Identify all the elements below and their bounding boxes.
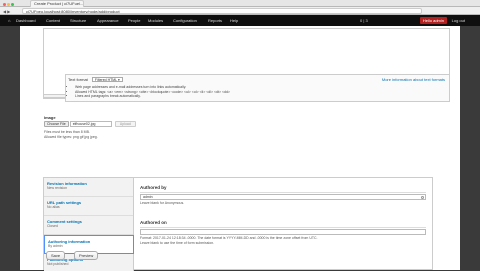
preview-button[interactable]: Preview — [74, 251, 99, 260]
image-upload-row: Choose File elfhouse02.jpg Upload — [44, 121, 136, 129]
toolbar-dashboard[interactable]: Dashboard — [16, 15, 36, 26]
format-tips: Web page addresses and e-mail addresses … — [71, 85, 230, 99]
autocomplete-icon — [421, 196, 424, 199]
authoring-pane: Authored by admin Leave blank for Anonym… — [134, 178, 432, 271]
address-bar: ◀ ▶ ci7UFpeo.localhost:8080/inventory/no… — [0, 7, 480, 15]
maximize-window-icon[interactable] — [11, 3, 14, 6]
toolbar-appearance[interactable]: Appearance — [97, 15, 119, 26]
vtab-summary: Closed — [47, 224, 58, 228]
file-size-help: Files must be less than 8 MB. — [44, 130, 90, 134]
admin-toolbar: ⌂ Dashboard Content Structure Appearance… — [0, 15, 480, 26]
toolbar-modules[interactable]: Modules — [148, 15, 163, 26]
authored-by-label: Authored by — [140, 185, 167, 190]
minimize-window-icon[interactable] — [7, 3, 10, 6]
browser-tab-bar: Create Product | ci7UFuel... — [0, 0, 480, 7]
authored-on-help: Format: 2017-01-24 12:18:34 -0000. The d… — [140, 236, 318, 245]
toolbar-configuration[interactable]: Configuration — [173, 15, 197, 26]
home-icon[interactable]: ⌂ — [8, 15, 10, 26]
file-name-field[interactable]: elfhouse02.jpg — [69, 121, 112, 127]
toolbar-people[interactable]: People — [128, 15, 140, 26]
format-tip: Lines and paragraphs break automatically… — [75, 94, 230, 99]
image-label: Image — [44, 115, 56, 120]
url-field[interactable]: ci7UFpeo.localhost:8080/inventory/node/a… — [22, 8, 422, 14]
chevron-down-icon: ▾ — [117, 78, 120, 83]
text-format-selected: Filtered HTML — [94, 78, 117, 83]
toolbar-help[interactable]: Help — [230, 15, 238, 26]
browser-tab[interactable]: Create Product | ci7UFuel... — [30, 0, 84, 7]
authored-on-format-help: Format: 2017-01-24 12:18:34 -0000. The d… — [140, 236, 318, 240]
more-formats-link[interactable]: More information about text formats — [382, 77, 445, 82]
user-account-link[interactable]: Hello admin — [419, 17, 447, 24]
vtab-summary: Not published — [47, 262, 69, 266]
logout-link[interactable]: Log out — [452, 15, 465, 26]
toolbar-content[interactable]: Content — [46, 15, 60, 26]
vtab-summary: New revision — [47, 186, 68, 190]
vtab-summary: By admin — [48, 244, 63, 248]
text-format-row: Text format Filtered HTML ▾ — [68, 77, 123, 83]
vertical-tabs: Revision information New revision URL pa… — [43, 177, 433, 271]
authored-on-input[interactable] — [140, 229, 426, 235]
toolbar-reports[interactable]: Reports — [208, 15, 222, 26]
authored-by-help: Leave blank for Anonymous. — [140, 201, 185, 205]
vtab-url-path-settings[interactable]: URL path settings No alias — [44, 197, 133, 216]
save-button[interactable]: Save — [46, 251, 66, 260]
page-background: ▬ Text format Filtered HTML ▾ More infor… — [0, 26, 480, 271]
file-help: Files must be less than 8 MB. Allowed fi… — [44, 130, 98, 139]
divider — [140, 227, 426, 228]
authored-on-label: Authored on — [140, 220, 167, 225]
file-types-help: Allowed file types: png gif jpg jpeg. — [44, 134, 98, 139]
back-forward-icons[interactable]: ◀ ▶ — [3, 9, 10, 14]
divider — [140, 192, 426, 193]
vtab-summary: No alias — [47, 205, 60, 209]
authored-on-blank-help: Leave blank to use the time of form subm… — [140, 240, 215, 245]
close-window-icon[interactable] — [3, 3, 6, 6]
text-format-box: Text format Filtered HTML ▾ More informa… — [65, 74, 450, 102]
vtab-revision-information[interactable]: Revision information New revision — [44, 178, 133, 197]
vtab-comment-settings[interactable]: Comment settings Closed — [44, 216, 133, 235]
text-format-select[interactable]: Filtered HTML ▾ — [91, 77, 123, 83]
authored-by-input[interactable]: admin — [140, 194, 426, 200]
upload-button[interactable]: Upload — [114, 121, 136, 127]
shortcut-counter[interactable]: 0 | 3 — [360, 15, 368, 26]
choose-file-button[interactable]: Choose File — [44, 121, 69, 127]
authored-by-value: admin — [143, 195, 153, 199]
text-format-label: Text format — [68, 77, 88, 82]
toolbar-structure[interactable]: Structure — [70, 15, 86, 26]
